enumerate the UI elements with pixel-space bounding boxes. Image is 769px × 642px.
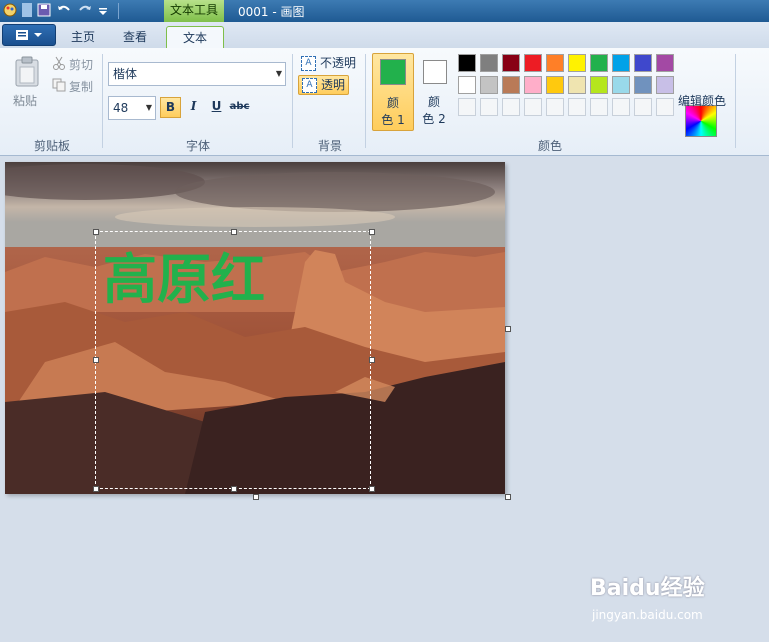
canvas-resize-handle[interactable] (505, 326, 511, 332)
canvas-resize-handle[interactable] (505, 494, 511, 500)
font-group-label: 字体 (186, 139, 211, 153)
color-1-label-top: 颜 (386, 96, 399, 110)
font-size-value: 48 (113, 101, 129, 115)
ribbon-tab-bar: 主页 查看 文本 (0, 22, 769, 49)
cut-button[interactable]: 剪切 (69, 56, 93, 73)
background-group-label: 背景 (318, 139, 343, 153)
palette-empty-slot[interactable] (612, 98, 630, 116)
palette-swatch[interactable] (502, 54, 520, 72)
palette-swatch[interactable] (612, 76, 630, 94)
text-tools-context-tab: 文本工具 (164, 0, 224, 22)
canvas-resize-handle[interactable] (253, 494, 259, 500)
paste-button[interactable]: 粘贴 (13, 92, 37, 109)
group-divider (292, 54, 293, 148)
cut-icon[interactable] (52, 56, 66, 70)
edit-colors-button[interactable]: 编辑颜色 (678, 92, 726, 109)
watermark-url: jingyan.baidu.com (592, 608, 703, 622)
group-divider (735, 54, 736, 148)
palette-swatch[interactable] (590, 54, 608, 72)
quick-access-divider (118, 3, 119, 19)
separator-icon (22, 3, 32, 17)
watermark-brand: Baidu经验 (590, 576, 705, 601)
palette-swatch[interactable] (568, 54, 586, 72)
paste-icon[interactable] (14, 56, 40, 88)
font-size-select[interactable]: 48 ▼ (108, 96, 156, 120)
palette-swatch[interactable] (458, 54, 476, 72)
group-divider (365, 54, 366, 148)
paint-app-icon[interactable] (2, 2, 18, 18)
copy-icon[interactable] (52, 78, 66, 92)
palette-empty-slot[interactable] (568, 98, 586, 116)
underline-button[interactable]: U (206, 97, 227, 118)
palette-swatch[interactable] (634, 76, 652, 94)
customize-quick-access-icon[interactable] (97, 2, 113, 18)
palette-swatch[interactable] (502, 76, 520, 94)
resize-handle[interactable] (369, 486, 375, 492)
color-2-label-top: 颜 (427, 95, 440, 109)
clipboard-group-label: 剪贴板 (34, 139, 71, 153)
color-2-label-bottom: 色 2 (422, 112, 446, 126)
palette-empty-slot[interactable] (634, 98, 652, 116)
edit-colors-icon[interactable] (685, 105, 717, 137)
color-2-button[interactable]: 颜 色 2 (416, 53, 458, 131)
palette-empty-slot[interactable] (480, 98, 498, 116)
transparent-background-icon: A (302, 78, 317, 93)
opaque-background-icon: A (301, 56, 316, 71)
palette-swatch[interactable] (612, 54, 630, 72)
palette-swatch[interactable] (480, 76, 498, 94)
opaque-option[interactable]: A 不透明 (298, 54, 360, 74)
resize-handle[interactable] (231, 229, 237, 235)
palette-swatch[interactable] (590, 76, 608, 94)
color-1-label-bottom: 色 1 (381, 113, 405, 127)
tab-home[interactable]: 主页 (58, 26, 108, 48)
color-1-button[interactable]: 颜 色 1 (372, 53, 414, 131)
bold-button[interactable]: B (160, 97, 181, 118)
palette-empty-slot[interactable] (458, 98, 476, 116)
palette-empty-slot[interactable] (590, 98, 608, 116)
paint-menu-button[interactable] (2, 24, 56, 46)
save-icon[interactable] (36, 2, 52, 18)
strikethrough-button[interactable]: abc (229, 97, 250, 118)
palette-empty-slot[interactable] (524, 98, 542, 116)
font-family-value: 楷体 (113, 67, 138, 81)
palette-swatch[interactable] (634, 54, 652, 72)
color-2-swatch (423, 60, 447, 84)
undo-icon[interactable] (56, 2, 72, 18)
palette-swatch[interactable] (524, 54, 542, 72)
ribbon: 粘贴 剪切 复制 剪贴板 楷体 ▼ 48 ▼ B I U abc 字体 A 不透… (0, 48, 769, 156)
group-divider (102, 54, 103, 148)
palette-swatch[interactable] (656, 54, 674, 72)
resize-handle[interactable] (231, 486, 237, 492)
tab-text[interactable]: 文本 (166, 26, 224, 49)
color-1-swatch (380, 59, 406, 85)
italic-button[interactable]: I (183, 97, 204, 118)
palette-swatch[interactable] (480, 54, 498, 72)
palette-empty-slot[interactable] (546, 98, 564, 116)
redo-icon[interactable] (77, 2, 93, 18)
tab-view[interactable]: 查看 (110, 26, 160, 48)
palette-swatch[interactable] (568, 76, 586, 94)
resize-handle[interactable] (93, 357, 99, 363)
transparent-option[interactable]: A 透明 (298, 75, 349, 95)
chevron-down-icon: ▼ (145, 103, 152, 112)
palette-empty-slot[interactable] (656, 98, 674, 116)
resize-handle[interactable] (369, 229, 375, 235)
palette-empty-slot[interactable] (502, 98, 520, 116)
palette-swatch[interactable] (524, 76, 542, 94)
text-box-selection[interactable] (95, 231, 371, 489)
title-bar: 文本工具 0001 - 画图 (0, 0, 769, 22)
palette-swatch[interactable] (546, 54, 564, 72)
palette-swatch[interactable] (546, 76, 564, 94)
palette-swatch[interactable] (656, 76, 674, 94)
resize-handle[interactable] (369, 357, 375, 363)
font-family-select[interactable]: 楷体 ▼ (108, 62, 286, 86)
resize-handle[interactable] (93, 229, 99, 235)
colors-group-label: 颜色 (538, 139, 563, 153)
window-title: 0001 - 画图 (238, 5, 305, 19)
resize-handle[interactable] (93, 486, 99, 492)
copy-button[interactable]: 复制 (69, 78, 93, 95)
chevron-down-icon: ▼ (275, 69, 282, 78)
palette-swatch[interactable] (458, 76, 476, 94)
